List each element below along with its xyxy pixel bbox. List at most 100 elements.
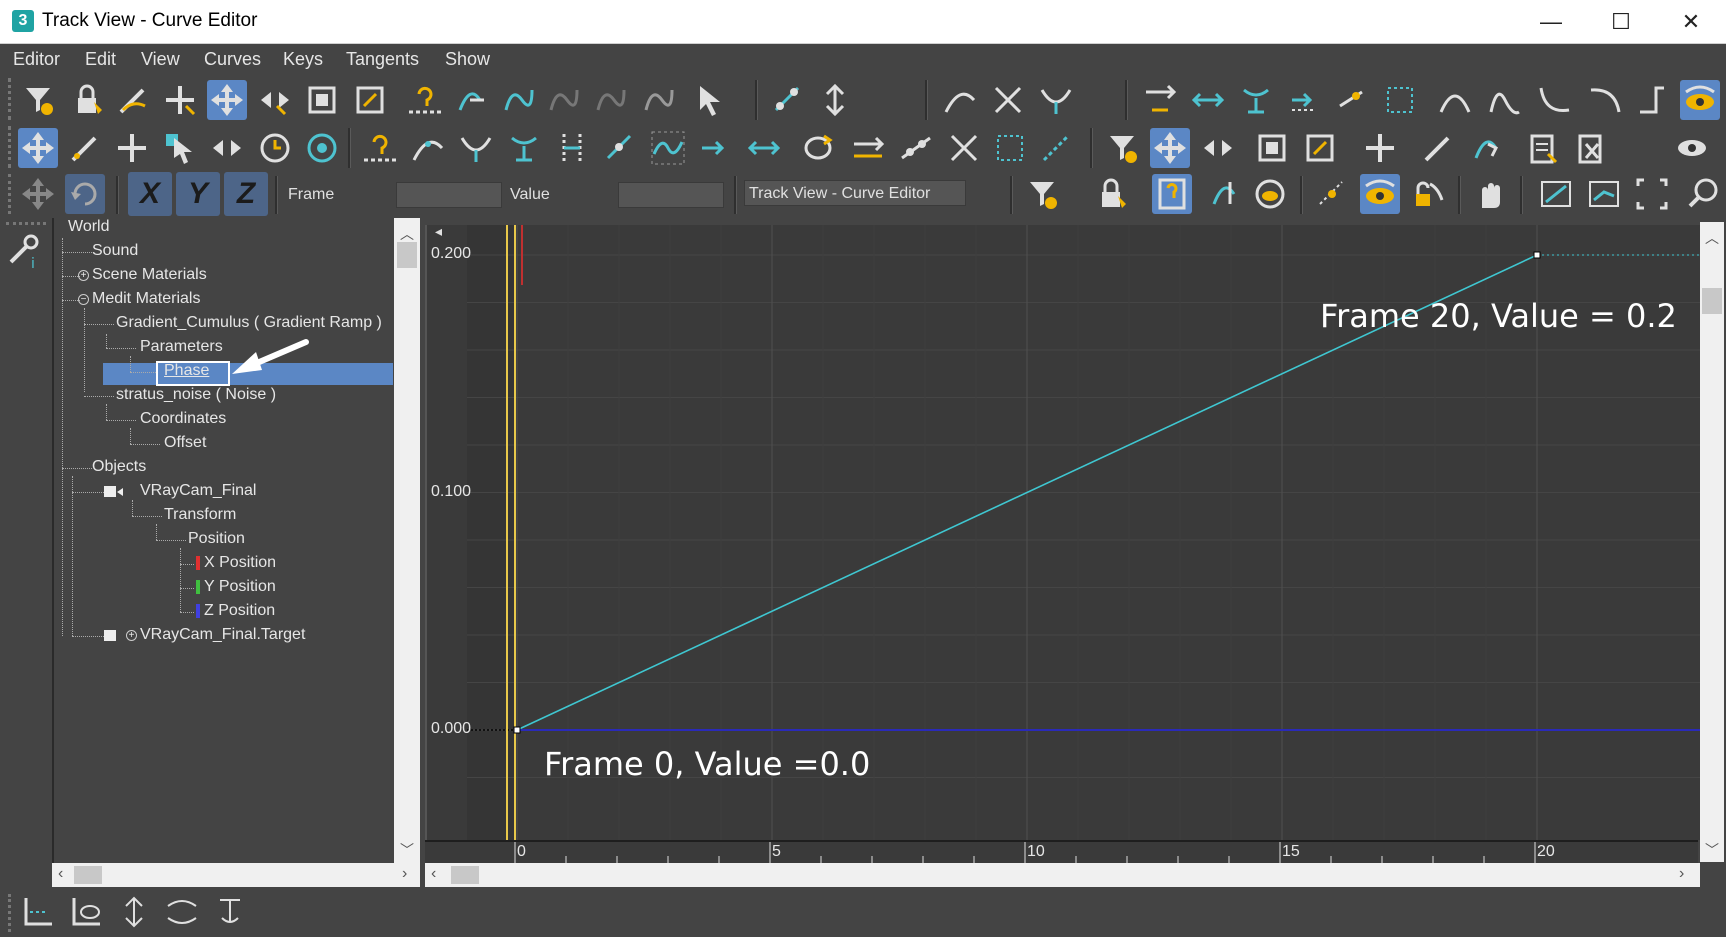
step-tangent-icon[interactable] <box>600 128 640 168</box>
insert-keys-icon[interactable] <box>405 80 445 120</box>
show-curve-key-icon[interactable] <box>1204 174 1244 214</box>
scroll-thumb[interactable] <box>74 866 102 884</box>
region-tool-icon[interactable] <box>450 80 490 120</box>
tree-item-gradient-cumulus[interactable]: Gradient_Cumulus ( Gradient Ramp ) <box>116 314 382 332</box>
tree-item-medit-materials[interactable]: Medit Materials <box>92 290 200 308</box>
tree-item-position[interactable]: Position <box>188 530 245 548</box>
pan-hand-icon[interactable] <box>1470 174 1510 214</box>
zoom-extents-icon[interactable] <box>18 892 58 932</box>
draw-curves-icon[interactable] <box>113 80 153 120</box>
reduce-keys-icon[interactable] <box>1466 128 1506 168</box>
z-axis-button[interactable]: Z <box>224 172 268 216</box>
show-key-info-icon[interactable] <box>1152 174 1192 214</box>
slide-tool-icon[interactable] <box>207 128 247 168</box>
delete-track-icon[interactable] <box>1570 128 1610 168</box>
graph-vertical-scrollbar[interactable]: ︿ ﹀ <box>1700 222 1724 862</box>
slide-keys-mode-icon[interactable] <box>1198 128 1238 168</box>
scale-time-icon[interactable] <box>302 128 342 168</box>
frame-horizontal-icon[interactable] <box>1536 174 1576 214</box>
menu-tangents[interactable]: Tangents <box>346 49 419 70</box>
tree-item-vraycam-final-target[interactable]: VRayCam_Final.Target <box>140 626 305 644</box>
tree-item-x-position[interactable]: X Position <box>204 554 276 572</box>
relative-repeat-icon[interactable] <box>944 128 984 168</box>
curve-graph[interactable]: ◂ 0.200 0.100 0.000 Frame 0, Value =0.0 … <box>425 223 1700 840</box>
curve-disabled-3-icon[interactable] <box>638 80 678 120</box>
scroll-right-icon[interactable]: › <box>402 865 407 883</box>
flat-tangent-icon[interactable] <box>504 128 544 168</box>
slide-keys-icon[interactable] <box>255 80 295 120</box>
lock-selection-icon[interactable] <box>815 80 855 120</box>
track-view-name-field[interactable]: Track View - Curve Editor <box>744 180 966 206</box>
add-visibility-icon[interactable] <box>1360 128 1400 168</box>
curve-disabled-1-icon[interactable] <box>543 80 583 120</box>
pencil-icon[interactable] <box>1418 128 1458 168</box>
tree-item-transform[interactable]: Transform <box>164 506 236 524</box>
custom-tangent-icon[interactable] <box>648 128 688 168</box>
zoom-icon[interactable] <box>1684 174 1724 214</box>
scale-values-icon[interactable] <box>350 80 390 120</box>
curve-type-a-icon[interactable] <box>1435 80 1475 120</box>
curve-type-e-icon[interactable] <box>1632 80 1672 120</box>
tree-item-world[interactable]: World <box>68 218 110 236</box>
add-keys-icon[interactable] <box>112 128 152 168</box>
scroll-right-icon[interactable]: › <box>1679 865 1684 883</box>
x-axis-button[interactable]: X <box>128 172 172 216</box>
scroll-thumb[interactable] <box>1702 288 1722 314</box>
maximize-button[interactable]: ☐ <box>1586 0 1656 44</box>
expand-plus-icon[interactable]: + <box>126 630 137 641</box>
linear-out-icon[interactable] <box>1036 128 1076 168</box>
zoom-value-icon[interactable] <box>114 892 154 932</box>
curve-type-b-icon[interactable] <box>1485 80 1525 120</box>
track-info-icon[interactable]: i <box>5 232 45 272</box>
close-button[interactable]: ✕ <box>1656 0 1726 44</box>
menu-view[interactable]: View <box>141 49 180 70</box>
tree-item-sound[interactable]: Sound <box>92 242 138 260</box>
time-ruler[interactable]: 0 5 10 15 20 <box>425 840 1698 864</box>
tree-item-coordinates[interactable]: Coordinates <box>140 410 226 428</box>
select-pointer-icon[interactable] <box>690 80 730 120</box>
menu-show[interactable]: Show <box>445 49 490 70</box>
key-right-icon[interactable] <box>696 128 736 168</box>
rotate-icon[interactable] <box>65 174 105 214</box>
tree-item-parameters[interactable]: Parameters <box>140 338 223 356</box>
filter-settings-icon[interactable] <box>1022 174 1062 214</box>
scroll-up-icon[interactable]: ︿ <box>400 224 414 244</box>
frame-values-icon[interactable] <box>1584 174 1624 214</box>
show-non-selected-icon[interactable] <box>1250 174 1290 214</box>
tree-item-y-position[interactable]: Y Position <box>204 578 276 596</box>
spread-tangent-icon[interactable] <box>552 128 592 168</box>
y-axis-button[interactable]: Y <box>176 172 220 216</box>
view-eye-icon[interactable] <box>1672 128 1712 168</box>
scale-value-box-icon[interactable] <box>1300 128 1340 168</box>
draw-curve-icon[interactable] <box>65 128 105 168</box>
move-tool-icon[interactable] <box>18 128 58 168</box>
scroll-up-icon[interactable]: ︿ <box>1705 228 1719 248</box>
menu-curves[interactable]: Curves <box>204 49 261 70</box>
minimize-button[interactable]: — <box>1516 0 1586 44</box>
insert-key-icon[interactable] <box>360 128 400 168</box>
scroll-thumb[interactable] <box>451 866 479 884</box>
tangent-flat-icon[interactable] <box>1188 80 1228 120</box>
move-keys-icon[interactable] <box>207 80 247 120</box>
value-field[interactable] <box>618 182 724 208</box>
scroll-left-icon[interactable]: ‹ <box>431 865 436 883</box>
auto-tangent-icon[interactable] <box>408 128 448 168</box>
lock-keys-icon[interactable] <box>1092 174 1132 214</box>
tree-item-stratus-noise[interactable]: stratus_noise ( Noise ) <box>116 386 276 404</box>
collapse-left-icon[interactable]: ◂ <box>435 223 442 240</box>
select-keys-icon[interactable] <box>160 128 200 168</box>
constant-out-icon[interactable] <box>990 128 1030 168</box>
move-keys-mode-icon[interactable] <box>1150 128 1190 168</box>
break-tangent-icon[interactable] <box>988 80 1028 120</box>
menu-keys[interactable]: Keys <box>283 49 323 70</box>
tangent-fast-icon[interactable] <box>1332 80 1372 120</box>
set-tangent-auto-icon[interactable] <box>940 80 980 120</box>
tangent-custom-icon[interactable] <box>1380 80 1420 120</box>
frame-field[interactable] <box>396 182 502 208</box>
tree-item-scene-materials[interactable]: Scene Materials <box>92 266 207 284</box>
lock-tangents-icon[interactable] <box>1408 174 1448 214</box>
tangent-step-icon[interactable] <box>1236 80 1276 120</box>
snap-frames-icon[interactable] <box>768 80 808 120</box>
view-selected-icon[interactable] <box>66 892 106 932</box>
add-key-icon[interactable] <box>160 80 200 120</box>
